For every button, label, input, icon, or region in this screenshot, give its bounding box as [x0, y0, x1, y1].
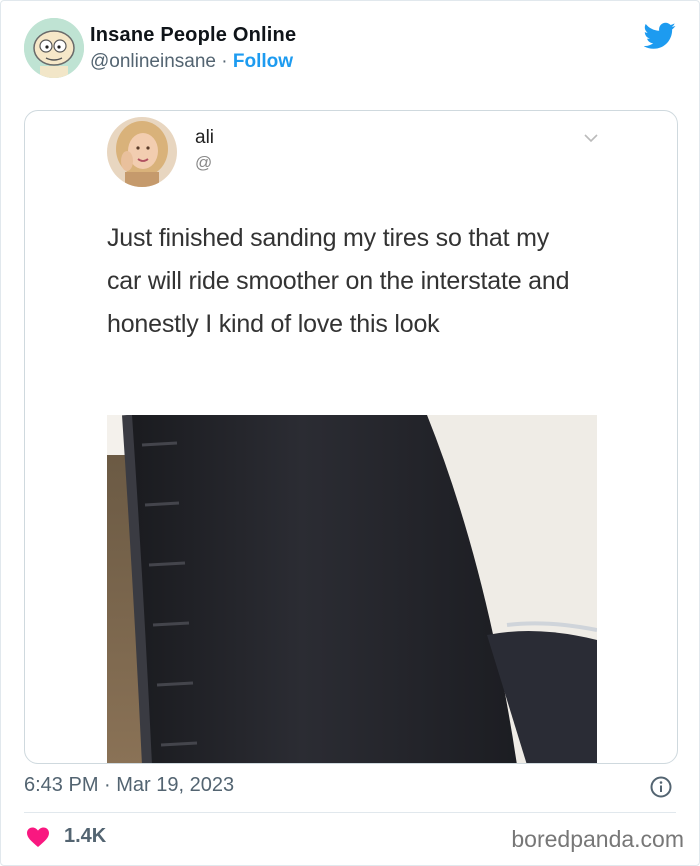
embedded-avatar: [107, 117, 177, 187]
chevron-down-icon: [584, 134, 598, 143]
tweet-header: Insane People Online @onlineinsane · Fol…: [24, 18, 684, 80]
source-watermark: boredpanda.com: [511, 826, 684, 852]
embedded-tweet-text: Just finished sanding my tires so that m…: [107, 224, 570, 338]
embedded-name: ali: [195, 127, 215, 148]
separator-dot: ·: [221, 51, 228, 72]
tweet-timestamp[interactable]: 6:43 PM · Mar 19, 2023: [24, 774, 234, 797]
account-display-name[interactable]: Insane People Online: [90, 24, 296, 47]
twitter-bird-icon[interactable]: [644, 22, 676, 50]
follow-button[interactable]: Follow: [233, 51, 293, 72]
info-icon[interactable]: [650, 776, 672, 798]
like-count[interactable]: 1.4K: [64, 825, 106, 848]
account-handle[interactable]: @onlineinsane: [90, 51, 216, 72]
embedded-handle: @: [195, 153, 213, 172]
footer-divider: [24, 812, 676, 813]
account-avatar[interactable]: [24, 18, 84, 78]
heart-icon[interactable]: [26, 826, 50, 848]
embedded-screenshot-card[interactable]: ali @ Just finished sanding my tires so …: [24, 110, 678, 764]
account-handle-line: @onlineinsane · Follow: [90, 51, 293, 73]
tire-photo: [107, 415, 597, 763]
